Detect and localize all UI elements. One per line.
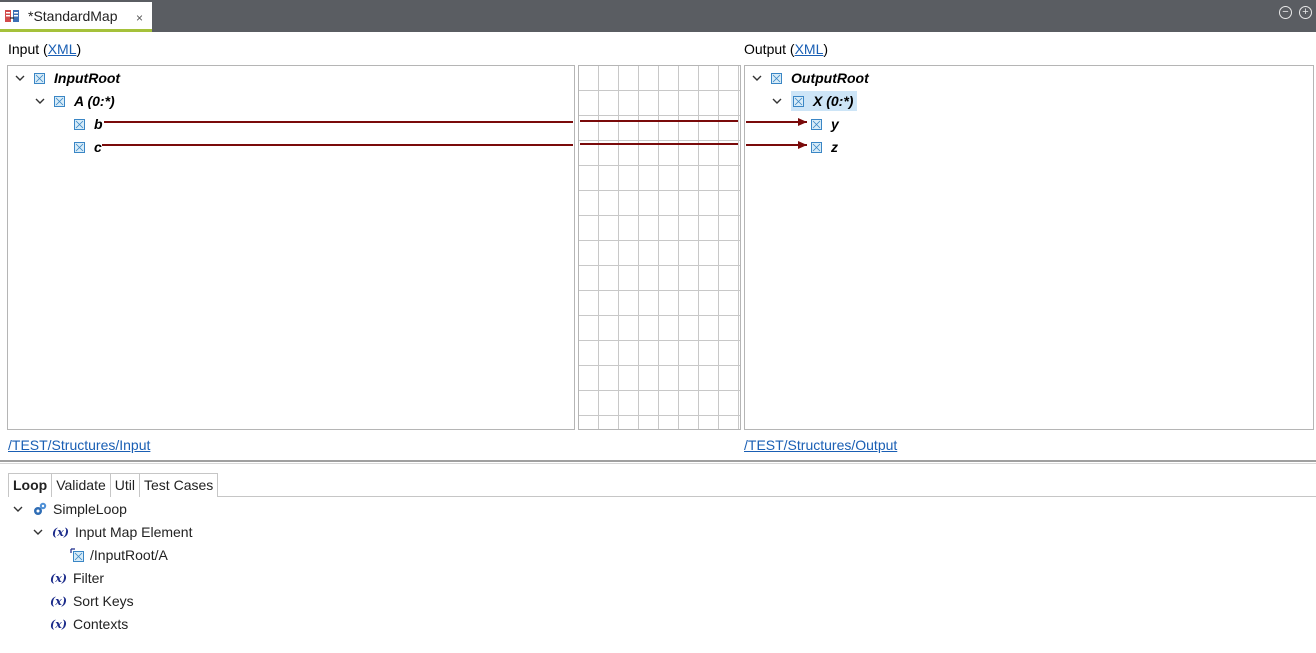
tree-node-label: OutputRoot	[791, 70, 869, 86]
loop-tree-label: Sort Keys	[72, 593, 134, 609]
loop-tree-inputroot-a[interactable]: /InputRoot/A	[70, 545, 168, 565]
tree-node-c[interactable]: c	[74, 137, 102, 157]
element-icon	[74, 118, 85, 130]
tree-node-label: b	[94, 116, 103, 132]
loop-tree-label: SimpleLoop	[53, 501, 127, 517]
chevron-down-icon[interactable]	[751, 72, 763, 84]
map-file-icon	[5, 10, 19, 22]
output-tree-panel[interactable]: OutputRoot X (0:*) y z	[744, 65, 1314, 430]
variable-icon: (x)	[50, 594, 67, 608]
tree-node-b[interactable]: b	[74, 114, 103, 134]
element-icon	[34, 72, 45, 84]
close-icon[interactable]: ×	[136, 11, 143, 25]
element-icon	[811, 141, 822, 153]
editor-tab-title: *StandardMap	[28, 8, 118, 24]
tree-node-z[interactable]: z	[811, 137, 838, 157]
input-label: Input (XML)	[8, 41, 82, 57]
tab-bar-divider	[217, 496, 1316, 497]
element-icon	[54, 95, 65, 107]
tab-util[interactable]: Util	[109, 473, 141, 497]
tab-loop[interactable]: Loop	[8, 473, 53, 497]
element-icon	[771, 72, 782, 84]
loop-tree-label: Input Map Element	[74, 524, 193, 540]
input-structure-path-link[interactable]: /TEST/Structures/Input	[8, 437, 150, 453]
variable-icon: (x)	[50, 617, 67, 631]
element-icon	[793, 95, 804, 107]
loop-tree-simpleloop[interactable]: SimpleLoop	[12, 499, 127, 519]
chevron-down-icon[interactable]	[34, 95, 46, 107]
tree-node-label: c	[94, 139, 102, 155]
tree-node-label: A (0:*)	[74, 93, 115, 109]
chevron-down-icon[interactable]	[14, 72, 26, 84]
input-tree-panel[interactable]: InputRoot A (0:*) b c	[7, 65, 575, 430]
selected-node[interactable]: X (0:*)	[791, 91, 858, 111]
output-xml-link[interactable]: XML	[795, 41, 824, 57]
loop-tree-label: Filter	[72, 570, 105, 586]
loop-tree-label: Contexts	[72, 616, 129, 632]
loop-tree-filter[interactable]: (x) Filter	[50, 568, 104, 588]
variable-icon: (x)	[50, 571, 67, 585]
tree-node-a[interactable]: A (0:*)	[34, 91, 115, 111]
tree-node-label: y	[831, 116, 839, 132]
element-icon	[74, 141, 85, 153]
variable-icon: (x)	[52, 525, 69, 539]
bottom-tab-bar: Loop Validate Util Test Cases	[8, 473, 219, 497]
tree-node-label: InputRoot	[54, 70, 121, 86]
loop-tree-input-map-element[interactable]: (x) Input Map Element	[32, 522, 192, 542]
loop-tree-sort-keys[interactable]: (x) Sort Keys	[50, 591, 134, 611]
chevron-down-icon[interactable]	[12, 503, 24, 515]
minimize-icon[interactable]: −	[1279, 6, 1292, 19]
loop-tree-label: /InputRoot/A	[90, 547, 168, 563]
panel-splitter[interactable]	[0, 460, 1316, 462]
tree-node-y[interactable]: y	[811, 114, 839, 134]
loop-tree-contexts[interactable]: (x) Contexts	[50, 614, 128, 634]
tree-node-inputroot[interactable]: InputRoot	[14, 68, 120, 88]
tree-node-label: X (0:*)	[813, 93, 854, 109]
output-structure-path-link[interactable]: /TEST/Structures/Output	[744, 437, 897, 453]
panel-splitter-highlight	[0, 463, 1316, 464]
tree-node-x[interactable]: X (0:*)	[771, 91, 858, 111]
output-label: Output (XML)	[744, 41, 829, 57]
element-ref-icon	[70, 548, 84, 562]
tree-node-label: z	[831, 139, 838, 155]
mapping-canvas[interactable]	[578, 65, 741, 430]
maximize-icon[interactable]: +	[1299, 6, 1312, 19]
input-xml-link[interactable]: XML	[48, 41, 77, 57]
tree-node-outputroot[interactable]: OutputRoot	[751, 68, 869, 88]
chevron-down-icon[interactable]	[771, 95, 783, 107]
tab-test-cases[interactable]: Test Cases	[139, 473, 219, 497]
gear-icon	[34, 502, 47, 515]
chevron-down-icon[interactable]	[32, 526, 44, 538]
tab-validate[interactable]: Validate	[51, 473, 111, 497]
element-icon	[811, 118, 822, 130]
editor-tab-standardmap[interactable]: *StandardMap ×	[0, 2, 152, 32]
editor-title-bar: *StandardMap × − +	[0, 0, 1316, 32]
